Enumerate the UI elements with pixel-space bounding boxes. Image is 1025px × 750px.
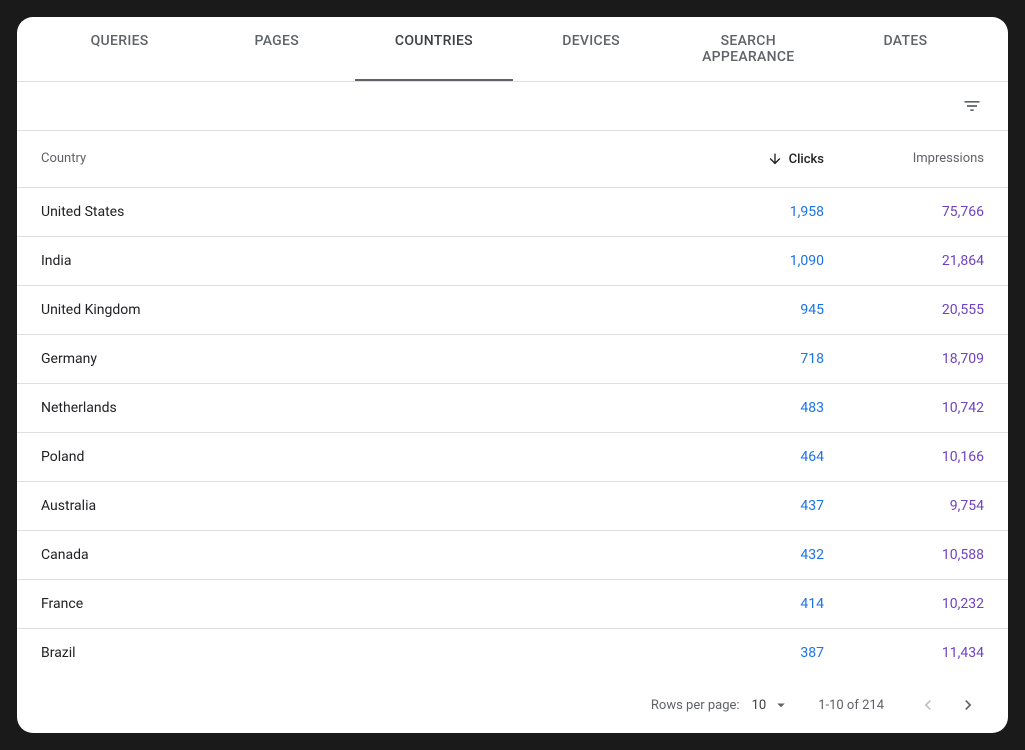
filter-icon[interactable] (960, 94, 984, 118)
cell-impressions: 10,742 (824, 400, 984, 416)
analytics-card: QUERIESPAGESCOUNTRIESDEVICESSEARCH APPEA… (17, 17, 1008, 733)
cell-clicks: 387 (664, 645, 824, 661)
tab-devices[interactable]: DEVICES (513, 17, 670, 81)
table-row[interactable]: India1,09021,864 (17, 237, 1008, 286)
cell-clicks: 437 (664, 498, 824, 514)
filter-bar (17, 82, 1008, 131)
table-body: United States1,95875,766India1,09021,864… (17, 188, 1008, 677)
cell-impressions: 20,555 (824, 302, 984, 318)
table-row[interactable]: Netherlands48310,742 (17, 384, 1008, 433)
cell-clicks: 1,090 (664, 253, 824, 269)
cell-country: Poland (41, 449, 664, 465)
cell-clicks: 483 (664, 400, 824, 416)
chevron-down-icon (772, 696, 790, 714)
cell-country: Germany (41, 351, 664, 367)
cell-impressions: 11,434 (824, 645, 984, 661)
cell-impressions: 75,766 (824, 204, 984, 220)
cell-country: India (41, 253, 664, 269)
rows-per-page-select[interactable]: 10 (752, 696, 791, 714)
cell-clicks: 464 (664, 449, 824, 465)
cell-impressions: 10,232 (824, 596, 984, 612)
cell-impressions: 21,864 (824, 253, 984, 269)
header-impressions[interactable]: Impressions (824, 151, 984, 167)
cell-impressions: 9,754 (824, 498, 984, 514)
tab-dates[interactable]: DATES (827, 17, 984, 81)
table-row[interactable]: Brazil38711,434 (17, 629, 1008, 677)
table-row[interactable]: France41410,232 (17, 580, 1008, 629)
cell-impressions: 18,709 (824, 351, 984, 367)
tab-queries[interactable]: QUERIES (41, 17, 198, 81)
cell-country: France (41, 596, 664, 612)
cell-country: Brazil (41, 645, 664, 661)
rows-per-page-label: Rows per page: (651, 698, 740, 713)
table-header: Country Clicks Impressions (17, 131, 1008, 188)
cell-clicks: 718 (664, 351, 824, 367)
cell-impressions: 10,166 (824, 449, 984, 465)
tab-countries[interactable]: COUNTRIES (355, 17, 512, 81)
next-page-button[interactable] (952, 689, 984, 721)
table-row[interactable]: United Kingdom94520,555 (17, 286, 1008, 335)
cell-country: Australia (41, 498, 664, 514)
cell-clicks: 414 (664, 596, 824, 612)
header-clicks[interactable]: Clicks (664, 151, 824, 167)
rows-per-page-value: 10 (752, 698, 767, 713)
cell-country: Canada (41, 547, 664, 563)
pagination-range: 1-10 of 214 (818, 698, 884, 713)
tab-search-appearance[interactable]: SEARCH APPEARANCE (670, 17, 827, 81)
cell-country: Netherlands (41, 400, 664, 416)
cell-clicks: 1,958 (664, 204, 824, 220)
cell-clicks: 945 (664, 302, 824, 318)
cell-country: United Kingdom (41, 302, 664, 318)
table-row[interactable]: Poland46410,166 (17, 433, 1008, 482)
table-row[interactable]: Canada43210,588 (17, 531, 1008, 580)
sort-desc-icon (767, 151, 783, 167)
prev-page-button[interactable] (912, 689, 944, 721)
header-clicks-label: Clicks (789, 152, 824, 167)
cell-impressions: 10,588 (824, 547, 984, 563)
header-country[interactable]: Country (41, 151, 664, 167)
table-row[interactable]: Australia4379,754 (17, 482, 1008, 531)
chevron-right-icon (958, 695, 978, 715)
table-footer: Rows per page: 10 1-10 of 214 (17, 677, 1008, 733)
table-row[interactable]: United States1,95875,766 (17, 188, 1008, 237)
rows-per-page: Rows per page: 10 (651, 696, 790, 714)
tabs: QUERIESPAGESCOUNTRIESDEVICESSEARCH APPEA… (17, 17, 1008, 82)
cell-country: United States (41, 204, 664, 220)
cell-clicks: 432 (664, 547, 824, 563)
tab-pages[interactable]: PAGES (198, 17, 355, 81)
chevron-left-icon (918, 695, 938, 715)
table-row[interactable]: Germany71818,709 (17, 335, 1008, 384)
